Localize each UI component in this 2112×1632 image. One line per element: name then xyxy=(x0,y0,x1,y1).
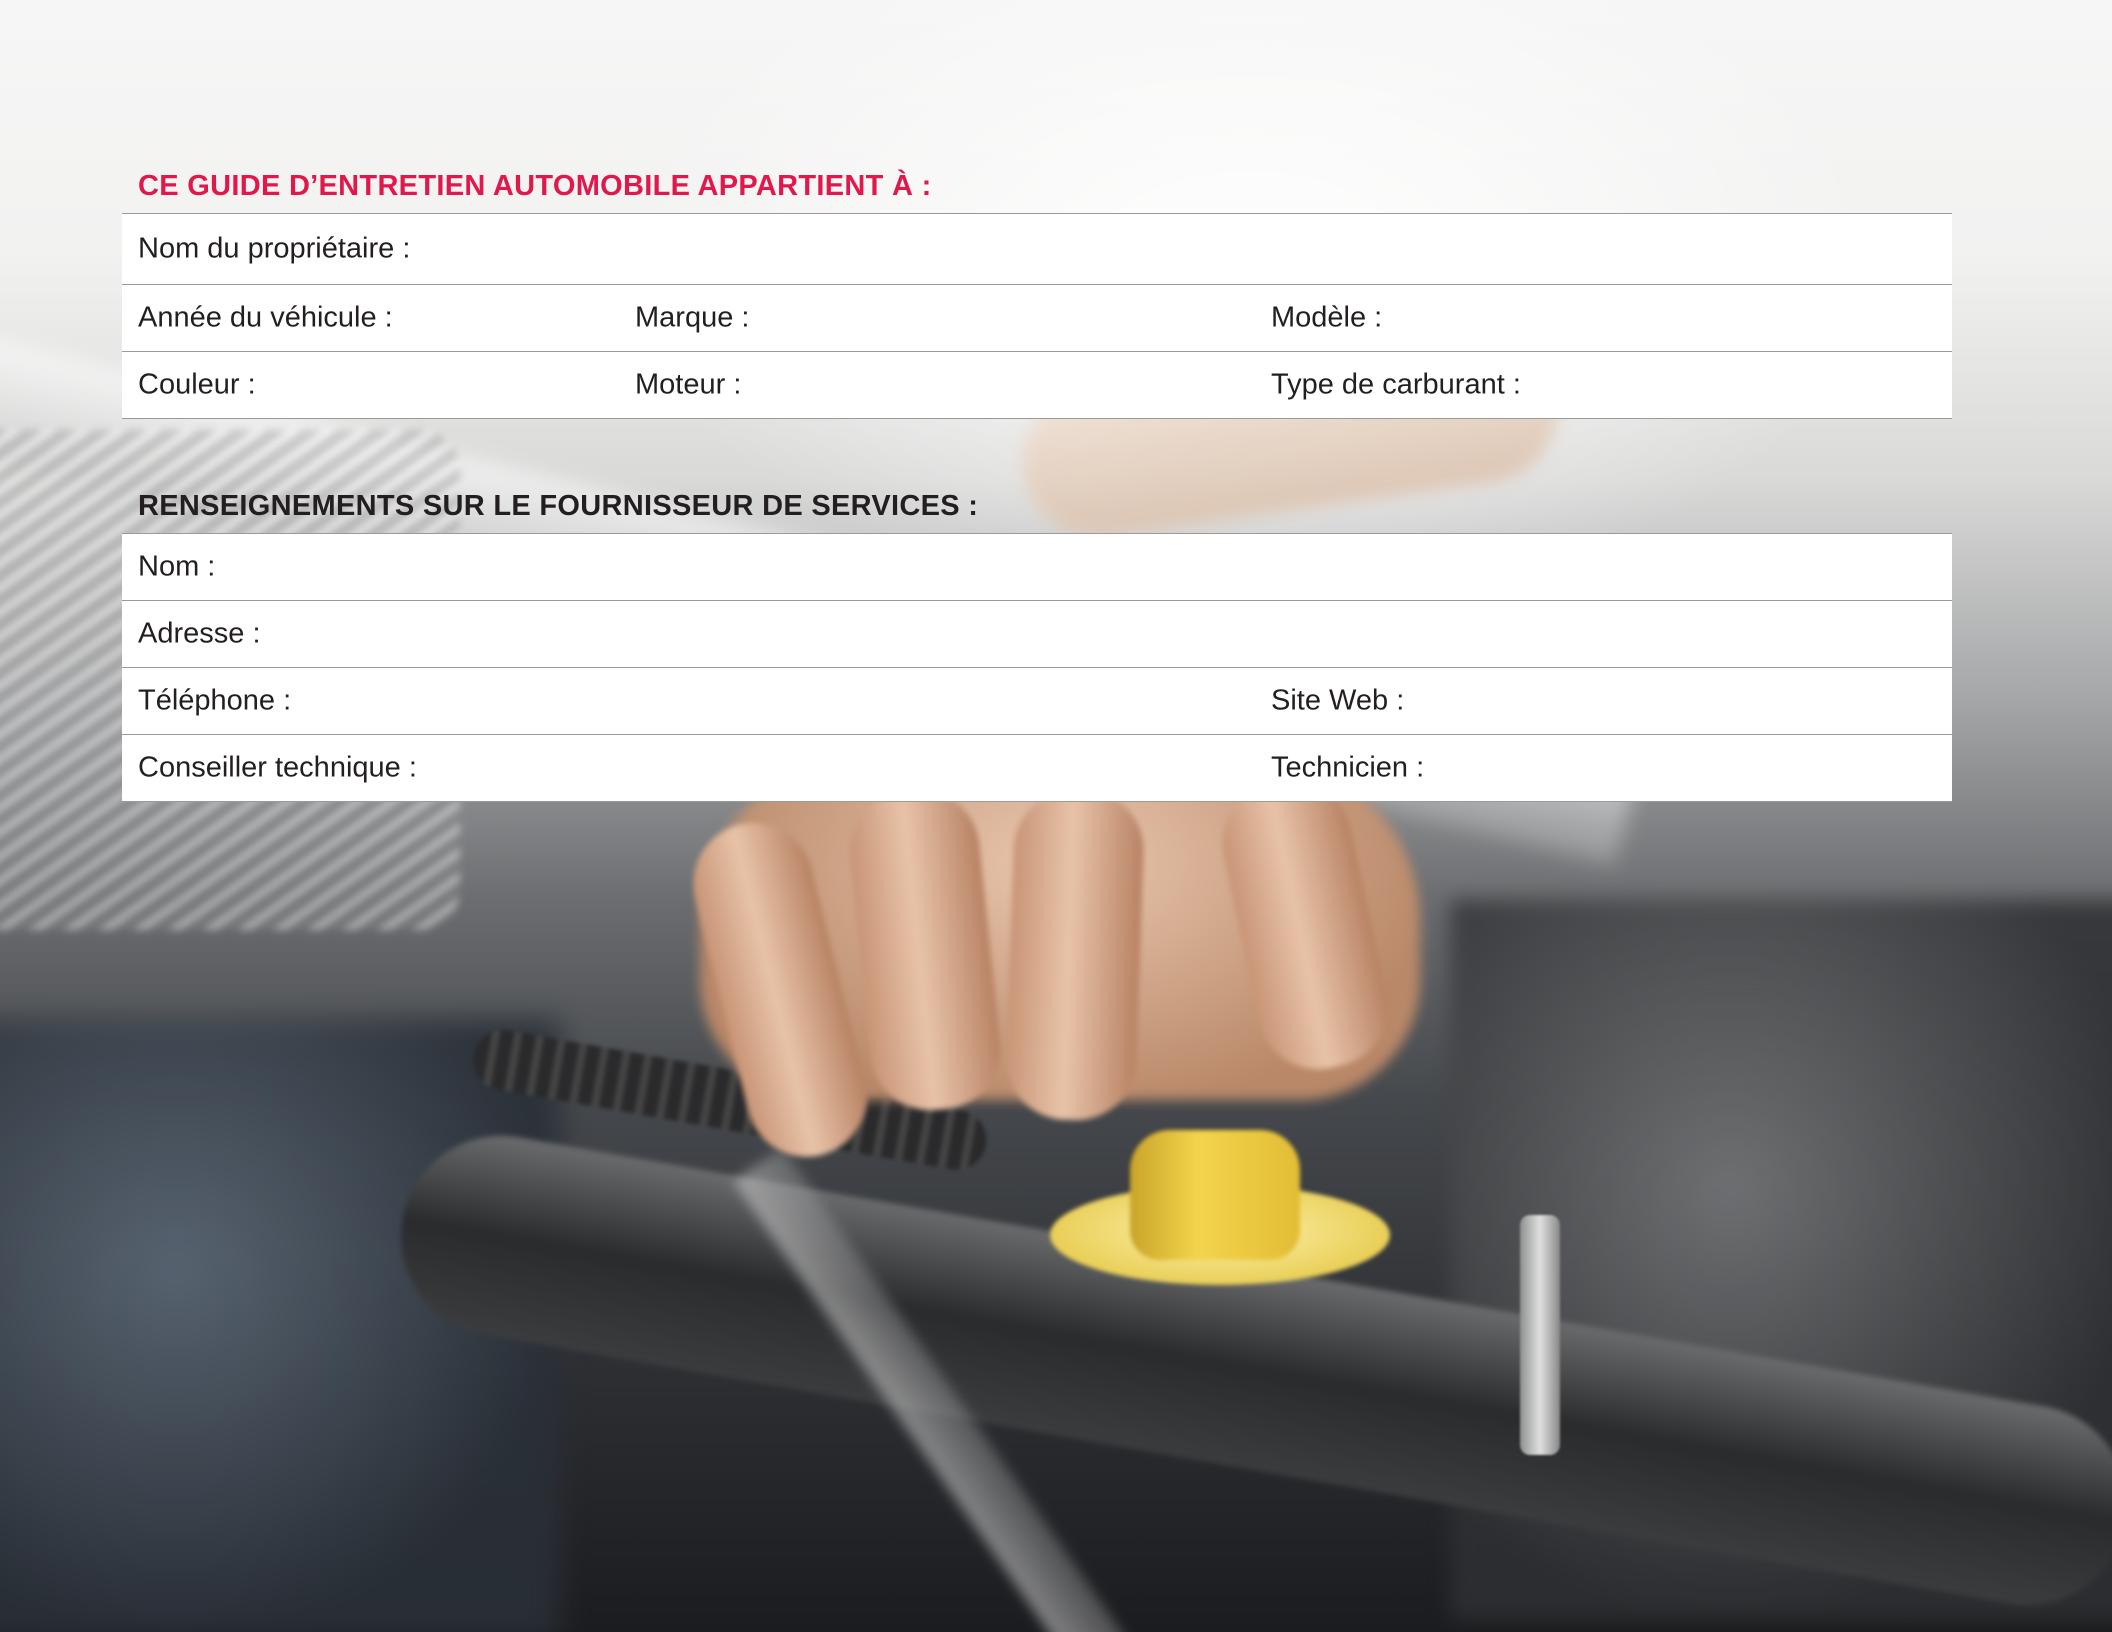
engine-bolt xyxy=(1520,1215,1560,1455)
provider-name-label: Nom : xyxy=(138,550,216,583)
owner-name-row[interactable]: Nom du propriétaire : xyxy=(122,214,1952,285)
contact-row: Téléphone : Site Web : xyxy=(122,668,1952,735)
address-label: Adresse : xyxy=(138,617,261,650)
staff-row: Conseiller technique : Technicien : xyxy=(122,735,1952,802)
provider-section-title: RENSEIGNEMENTS SUR LE FOURNISSEUR DE SER… xyxy=(138,490,979,522)
advisor-label[interactable]: Conseiller technique : xyxy=(138,752,417,785)
phone-label[interactable]: Téléphone : xyxy=(138,685,291,718)
make-label[interactable]: Marque : xyxy=(635,302,749,335)
model-label[interactable]: Modèle : xyxy=(1271,302,1382,335)
technician-label[interactable]: Technicien : xyxy=(1271,752,1424,785)
vehicle-details-row: Couleur : Moteur : Type de carburant : xyxy=(122,352,1952,419)
finger xyxy=(1004,787,1146,1123)
vehicle-row: Année du véhicule : Marque : Modèle : xyxy=(122,285,1952,352)
address-row[interactable]: Adresse : xyxy=(122,601,1952,668)
oil-filler-cap xyxy=(1130,1130,1300,1260)
engine-label[interactable]: Moteur : xyxy=(635,369,741,402)
vehicle-year-label[interactable]: Année du véhicule : xyxy=(138,302,393,335)
color-label[interactable]: Couleur : xyxy=(138,369,256,402)
fuel-type-label[interactable]: Type de carburant : xyxy=(1271,369,1521,402)
owner-name-label: Nom du propriétaire : xyxy=(138,232,411,265)
owner-form: Nom du propriétaire : Année du véhicule … xyxy=(122,213,1952,419)
owner-section-title: CE GUIDE D’ENTRETIEN AUTOMOBILE APPARTIE… xyxy=(138,170,932,202)
provider-form: Nom : Adresse : Téléphone : Site Web : C… xyxy=(122,533,1952,802)
website-label[interactable]: Site Web : xyxy=(1271,685,1404,718)
provider-name-row[interactable]: Nom : xyxy=(122,534,1952,601)
